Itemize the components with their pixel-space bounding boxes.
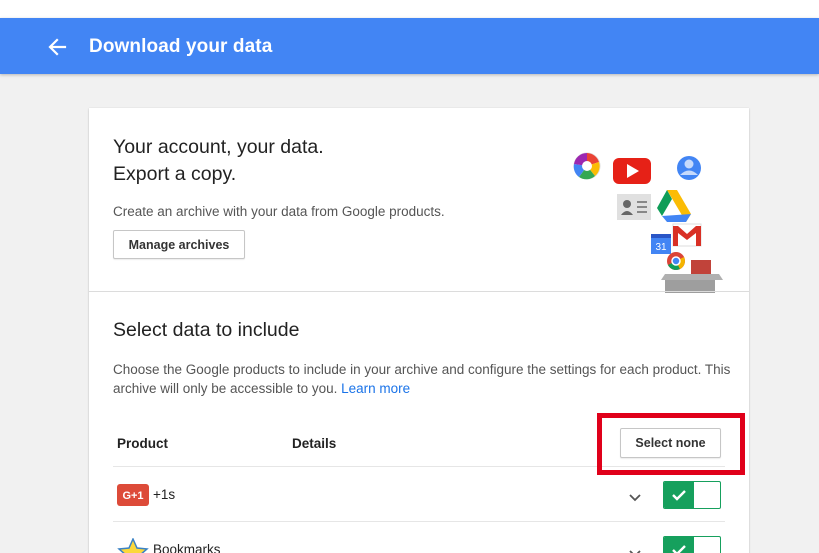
youtube-icon (613, 158, 651, 184)
calendar-icon: 31 (651, 234, 671, 254)
top-strip (0, 0, 819, 18)
gmail-icon (672, 223, 702, 247)
star-bookmark-icon (117, 537, 149, 553)
product-label-bookmarks: Bookmarks (153, 542, 221, 553)
column-header-details: Details (292, 436, 337, 451)
manage-archives-button[interactable]: Manage archives (113, 230, 245, 259)
check-icon (672, 545, 686, 553)
page-title: Download your data (89, 36, 273, 57)
product-label-plus-ones: +1s (153, 487, 176, 502)
calendar-day: 31 (655, 242, 667, 253)
chevron-down-icon[interactable] (628, 546, 642, 553)
profile-icon (677, 156, 701, 180)
hero-heading: Your account, your data. Export a copy. (113, 134, 324, 188)
check-icon (672, 490, 686, 501)
table-row: Bookmarks (113, 522, 725, 553)
drive-icon (657, 190, 691, 222)
section-divider (89, 291, 749, 292)
plus-one-icon-text: G+1 (122, 490, 143, 502)
toggle-plus-ones[interactable] (663, 481, 721, 509)
google-plus-one-icon: G+1 (117, 484, 149, 506)
select-description-text: Choose the Google products to include in… (113, 362, 731, 396)
highlight-box (597, 413, 745, 475)
contacts-icon (617, 194, 651, 220)
hero-heading-line2: Export a copy. (113, 163, 237, 185)
app-bar: Download your data (0, 18, 819, 74)
chrome-icon (667, 252, 685, 270)
column-header-product: Product (117, 436, 169, 451)
main-card: Your account, your data. Export a copy. … (89, 108, 749, 553)
select-data-heading: Select data to include (113, 319, 300, 341)
hero-heading-line1: Your account, your data. (113, 136, 324, 158)
select-data-description: Choose the Google products to include in… (113, 360, 733, 398)
chevron-down-icon[interactable] (628, 490, 642, 502)
toggle-bookmarks[interactable] (663, 536, 721, 553)
picasa-icon (573, 152, 601, 180)
learn-more-link[interactable]: Learn more (341, 381, 410, 396)
toggle-on-fill (664, 537, 694, 553)
toggle-on-fill (664, 482, 694, 508)
table-row: G+1 +1s (113, 467, 725, 521)
arrow-left-icon[interactable] (44, 34, 70, 60)
hero-description: Create an archive with your data from Go… (113, 204, 445, 219)
products-illustration: 31 (569, 148, 729, 293)
